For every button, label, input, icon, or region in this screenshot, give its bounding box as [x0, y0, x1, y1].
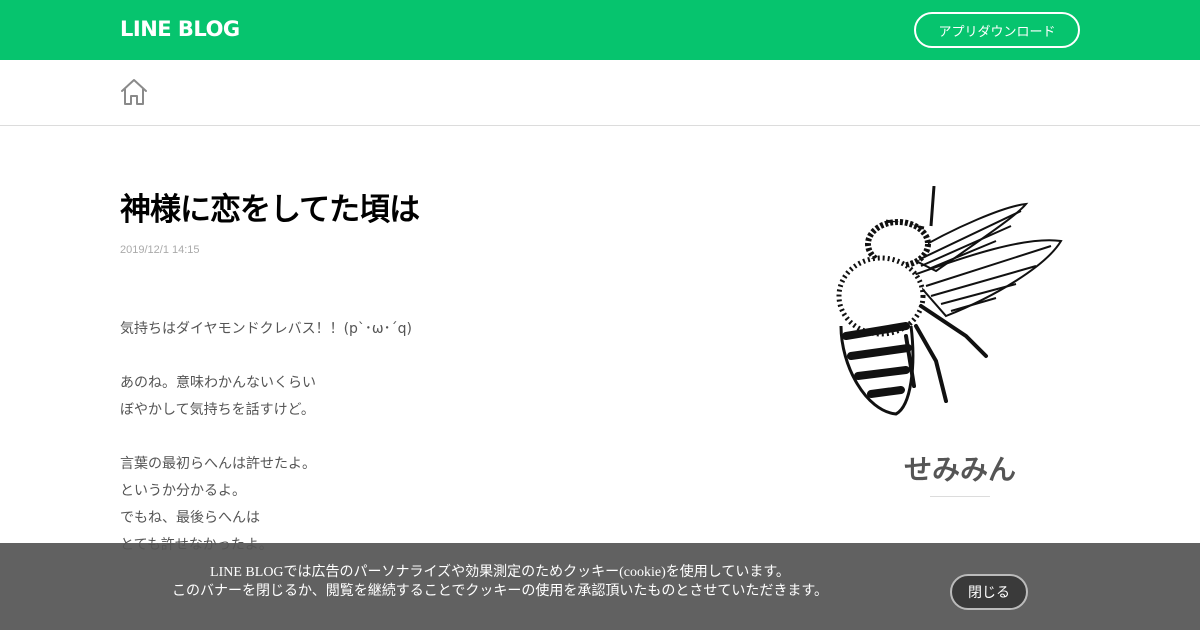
cookie-message: LINE BLOGでは広告のパーソナライズや効果測定のためクッキー(cookie… [150, 563, 850, 601]
post-line: あのね。意味わかんないくらい [120, 375, 316, 391]
app-download-button[interactable]: アプリダウンロード [914, 12, 1080, 48]
top-header: LINE BLOG アプリダウンロード [0, 0, 1200, 60]
post-body: 気持ちはダイヤモンドクレバス！！(p`･ω･´q) あのね。意味わかんないくらい… [120, 316, 720, 559]
post-line: ぼやかして気持ちを話すけど。 [120, 402, 315, 418]
post-title: 神様に恋をしてた頃は [120, 192, 420, 228]
author-divider [930, 496, 990, 497]
sub-navigation [0, 60, 1200, 126]
home-icon[interactable] [119, 77, 149, 107]
close-button[interactable]: 閉じる [950, 574, 1028, 610]
author-name[interactable]: せみみん [860, 448, 1060, 488]
cookie-banner: LINE BLOGでは広告のパーソナライズや効果測定のためクッキー(cookie… [0, 543, 1200, 630]
post-line: 気持ちはダイヤモンドクレバス！！(p`･ω･´q) [120, 321, 412, 337]
cookie-message-line: LINE BLOGでは広告のパーソナライズや効果測定のためクッキー(cookie… [210, 565, 790, 580]
post-line [120, 424, 720, 451]
post-date: 2019/12/1 14:15 [120, 244, 200, 256]
post-line [120, 343, 720, 370]
line-blog-logo[interactable]: LINE BLOG [120, 17, 240, 41]
post-line: 言葉の最初らへんは許せたよ。 [120, 456, 316, 472]
bee-avatar-icon[interactable] [836, 186, 1066, 418]
cookie-message-line: このバナーを閉じるか、閲覧を継続することでクッキーの使用を承認頂いたものとさせて… [172, 584, 828, 599]
post-line: でもね、最後らへんは [120, 510, 260, 526]
post-line: というか分かるよ。 [120, 483, 246, 499]
